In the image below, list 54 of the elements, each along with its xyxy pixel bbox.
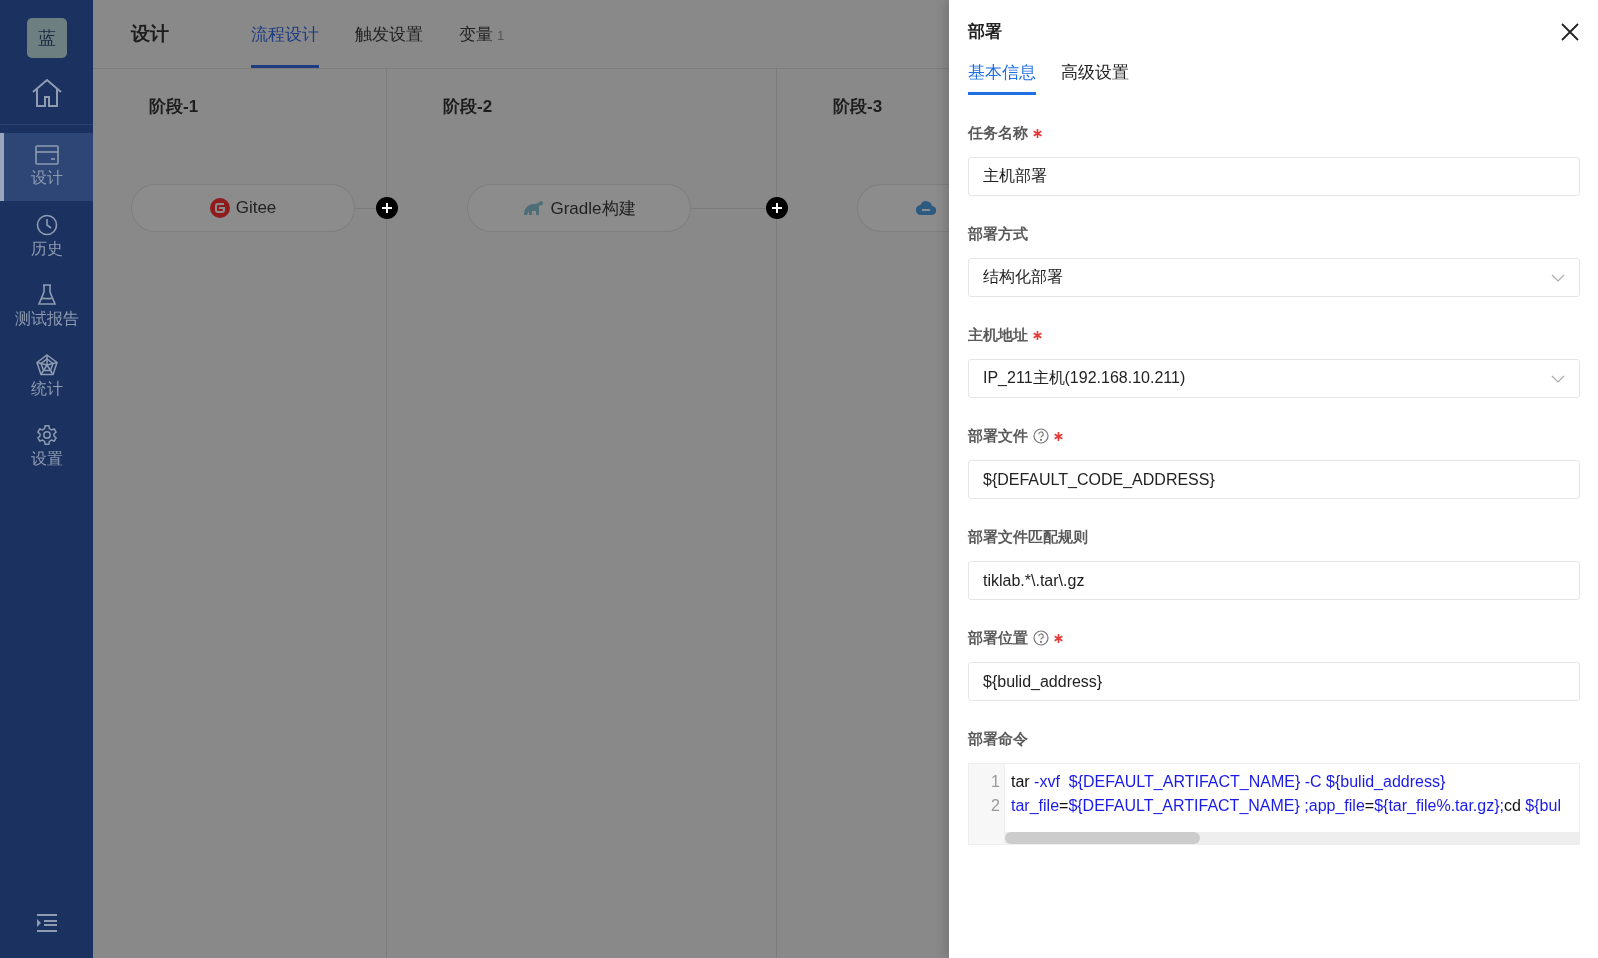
- stage-title: 阶段-2: [442, 96, 494, 118]
- app-logo[interactable]: 蓝: [26, 18, 67, 58]
- card-icon: [34, 145, 59, 165]
- clock-icon: [35, 214, 58, 236]
- field-label: 部署方式: [968, 224, 1028, 244]
- tab[interactable]: 基本信息: [968, 55, 1036, 95]
- input-field[interactable]: ${DEFAULT_CODE_ADDRESS}: [968, 460, 1580, 499]
- select-field[interactable]: 结构化部署: [968, 258, 1580, 297]
- tab[interactable]: 高级设置: [1061, 55, 1129, 95]
- task-node[interactable]: [857, 184, 949, 232]
- input-field[interactable]: 主机部署: [968, 157, 1580, 196]
- nav-item[interactable]: 测试报告: [0, 273, 93, 341]
- field-label: 部署文件匹配规则: [968, 527, 1088, 547]
- add-icon[interactable]: [766, 196, 788, 219]
- home-icon[interactable]: [30, 78, 63, 108]
- field-label: 部署命令: [968, 729, 1028, 749]
- nav-item[interactable]: 历史: [0, 203, 93, 271]
- chevron-down-icon: [1551, 273, 1565, 282]
- elephant-icon: [522, 200, 545, 216]
- field-label: 部署文件: [968, 426, 1028, 446]
- close-button[interactable]: [1560, 21, 1580, 42]
- field-label: 主机地址: [968, 325, 1028, 345]
- pentagon-chart-icon: [35, 354, 58, 376]
- input-field[interactable]: tiklab.*\.tar\.gz: [968, 561, 1580, 600]
- nav-item[interactable]: 设计: [0, 133, 93, 201]
- settings-icon: [35, 424, 58, 446]
- help-icon[interactable]: [1033, 428, 1049, 444]
- nav-item[interactable]: 统计: [0, 343, 93, 411]
- scrollbar-thumb[interactable]: [1005, 832, 1200, 844]
- chevron-down-icon: [1551, 374, 1565, 383]
- line-number: 1: [991, 772, 1000, 792]
- code-line: tar -xvf ${DEFAULT_ARTIFACT_NAME} -C ${bulid_address}: [1011, 772, 1446, 792]
- help-icon[interactable]: [1033, 630, 1049, 646]
- drawer-title: 部署: [968, 21, 1002, 43]
- code-line: tar_file=${DEFAULT_ARTIFACT_NAME} ;app_file=${tar_file%.tar.gz};cd ${bul: [1011, 796, 1561, 816]
- tab[interactable]: 触发设置: [355, 0, 423, 68]
- add-icon[interactable]: [376, 196, 398, 219]
- task-node[interactable]: Gitee: [131, 184, 355, 232]
- code-editor[interactable]: 1 2 tar -xvf ${DEFAULT_ARTIFACT_NAME} -C ${bulid_address} tar_file=${DEFAULT_ARTIFACT_NAME} ;app_file=${tar_file%.tar.gz};cd ${bul: [968, 763, 1580, 845]
- field-label: 部署位置: [968, 628, 1028, 648]
- menu-icon[interactable]: [35, 914, 58, 932]
- page-title: 设计: [131, 22, 169, 46]
- line-number: 2: [991, 796, 1000, 816]
- flask-icon: [36, 284, 57, 306]
- stage-title: 阶段-1: [148, 96, 200, 118]
- nav-item[interactable]: 设置: [0, 413, 93, 481]
- tab[interactable]: 流程设计: [251, 0, 319, 68]
- cloud-icon: [916, 201, 936, 215]
- stage-title: 阶段-3: [832, 96, 884, 118]
- input-field[interactable]: ${bulid_address}: [968, 662, 1580, 701]
- task-node[interactable]: Gradle构建: [467, 184, 691, 232]
- logo-icon: [209, 198, 230, 218]
- field-label: 任务名称: [968, 123, 1028, 143]
- select-field[interactable]: IP_211主机(192.168.10.211): [968, 359, 1580, 398]
